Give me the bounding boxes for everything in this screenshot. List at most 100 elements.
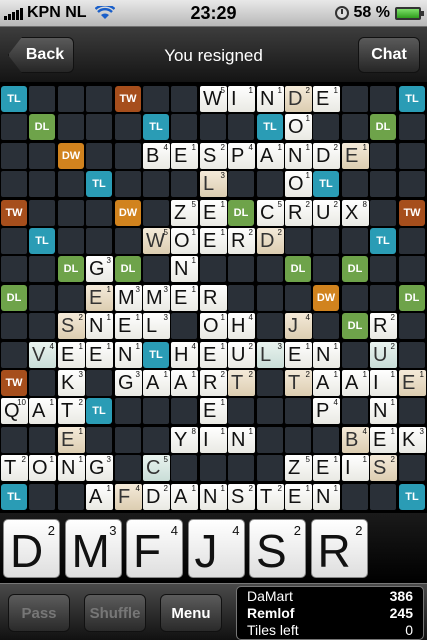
empty-square[interactable] (29, 256, 55, 282)
bonus-square-dw[interactable]: DW (313, 285, 339, 311)
empty-square[interactable] (143, 86, 169, 112)
empty-square[interactable] (342, 86, 368, 112)
empty-square[interactable] (58, 285, 84, 311)
empty-square[interactable] (1, 228, 27, 254)
empty-square[interactable] (200, 114, 226, 140)
empty-square[interactable] (257, 256, 283, 282)
empty-square[interactable] (58, 200, 84, 226)
empty-square[interactable] (200, 256, 226, 282)
empty-square[interactable] (29, 143, 55, 169)
empty-square[interactable] (143, 398, 169, 424)
empty-square[interactable] (370, 143, 396, 169)
empty-square[interactable] (342, 285, 368, 311)
empty-square[interactable] (228, 256, 254, 282)
empty-square[interactable] (228, 114, 254, 140)
empty-square[interactable] (257, 171, 283, 197)
empty-square[interactable] (86, 228, 112, 254)
empty-square[interactable] (1, 313, 27, 339)
empty-square[interactable] (58, 484, 84, 510)
bonus-square-tl[interactable]: TL (257, 114, 283, 140)
empty-square[interactable] (257, 427, 283, 453)
empty-square[interactable] (171, 114, 197, 140)
bonus-square-tl[interactable]: TL (313, 171, 339, 197)
empty-square[interactable] (171, 171, 197, 197)
empty-square[interactable] (58, 171, 84, 197)
bonus-square-tl[interactable]: TL (29, 228, 55, 254)
empty-square[interactable] (86, 114, 112, 140)
empty-square[interactable] (29, 86, 55, 112)
empty-square[interactable] (1, 342, 27, 368)
empty-square[interactable] (228, 285, 254, 311)
empty-square[interactable] (228, 455, 254, 481)
rack-tile[interactable]: J4 (187, 519, 245, 578)
empty-square[interactable] (399, 171, 425, 197)
empty-square[interactable] (370, 484, 396, 510)
empty-square[interactable] (342, 398, 368, 424)
bonus-square-dl[interactable]: DL (285, 256, 311, 282)
empty-square[interactable] (86, 370, 112, 396)
chat-button[interactable]: Chat (358, 37, 420, 73)
empty-square[interactable] (313, 114, 339, 140)
empty-square[interactable] (143, 200, 169, 226)
empty-square[interactable] (342, 171, 368, 197)
empty-square[interactable] (115, 143, 141, 169)
empty-square[interactable] (58, 114, 84, 140)
empty-square[interactable] (171, 455, 197, 481)
empty-square[interactable] (115, 427, 141, 453)
empty-square[interactable] (200, 455, 226, 481)
empty-square[interactable] (342, 484, 368, 510)
empty-square[interactable] (143, 427, 169, 453)
bonus-square-tl[interactable]: TL (86, 171, 112, 197)
empty-square[interactable] (257, 370, 283, 396)
empty-square[interactable] (370, 200, 396, 226)
empty-square[interactable] (29, 484, 55, 510)
empty-square[interactable] (370, 86, 396, 112)
empty-square[interactable] (115, 455, 141, 481)
rack-tile[interactable]: M3 (64, 519, 122, 578)
bonus-square-tl[interactable]: TL (86, 398, 112, 424)
empty-square[interactable] (171, 398, 197, 424)
empty-square[interactable] (29, 200, 55, 226)
bonus-square-dw[interactable]: DW (115, 200, 141, 226)
empty-square[interactable] (257, 455, 283, 481)
empty-square[interactable] (228, 398, 254, 424)
empty-square[interactable] (86, 86, 112, 112)
empty-square[interactable] (58, 228, 84, 254)
empty-square[interactable] (370, 171, 396, 197)
bonus-square-tw[interactable]: TW (115, 86, 141, 112)
empty-square[interactable] (285, 285, 311, 311)
empty-square[interactable] (313, 256, 339, 282)
empty-square[interactable] (399, 228, 425, 254)
bonus-square-dl[interactable]: DL (29, 114, 55, 140)
bonus-square-tl[interactable]: TL (143, 114, 169, 140)
empty-square[interactable] (86, 200, 112, 226)
shuffle-button[interactable]: Shuffle (84, 594, 146, 632)
bonus-square-dl[interactable]: DL (1, 285, 27, 311)
empty-square[interactable] (115, 171, 141, 197)
empty-square[interactable] (399, 114, 425, 140)
pass-button[interactable]: Pass (8, 594, 70, 632)
bonus-square-tw[interactable]: TW (1, 200, 27, 226)
empty-square[interactable] (1, 171, 27, 197)
bonus-square-dl[interactable]: DL (342, 256, 368, 282)
empty-square[interactable] (285, 398, 311, 424)
empty-square[interactable] (285, 427, 311, 453)
empty-square[interactable] (1, 114, 27, 140)
empty-square[interactable] (143, 256, 169, 282)
empty-square[interactable] (29, 370, 55, 396)
bonus-square-dl[interactable]: DL (115, 256, 141, 282)
bonus-square-dl[interactable]: DL (342, 313, 368, 339)
empty-square[interactable] (115, 228, 141, 254)
empty-square[interactable] (228, 171, 254, 197)
empty-square[interactable] (399, 398, 425, 424)
empty-square[interactable] (257, 285, 283, 311)
empty-square[interactable] (1, 256, 27, 282)
bonus-square-tl[interactable]: TL (370, 228, 396, 254)
empty-square[interactable] (29, 427, 55, 453)
bonus-square-tl[interactable]: TL (1, 86, 27, 112)
empty-square[interactable] (399, 342, 425, 368)
rack-tile[interactable]: F4 (126, 519, 183, 578)
empty-square[interactable] (257, 313, 283, 339)
empty-square[interactable] (313, 313, 339, 339)
rack-tile[interactable]: R2 (310, 519, 368, 578)
